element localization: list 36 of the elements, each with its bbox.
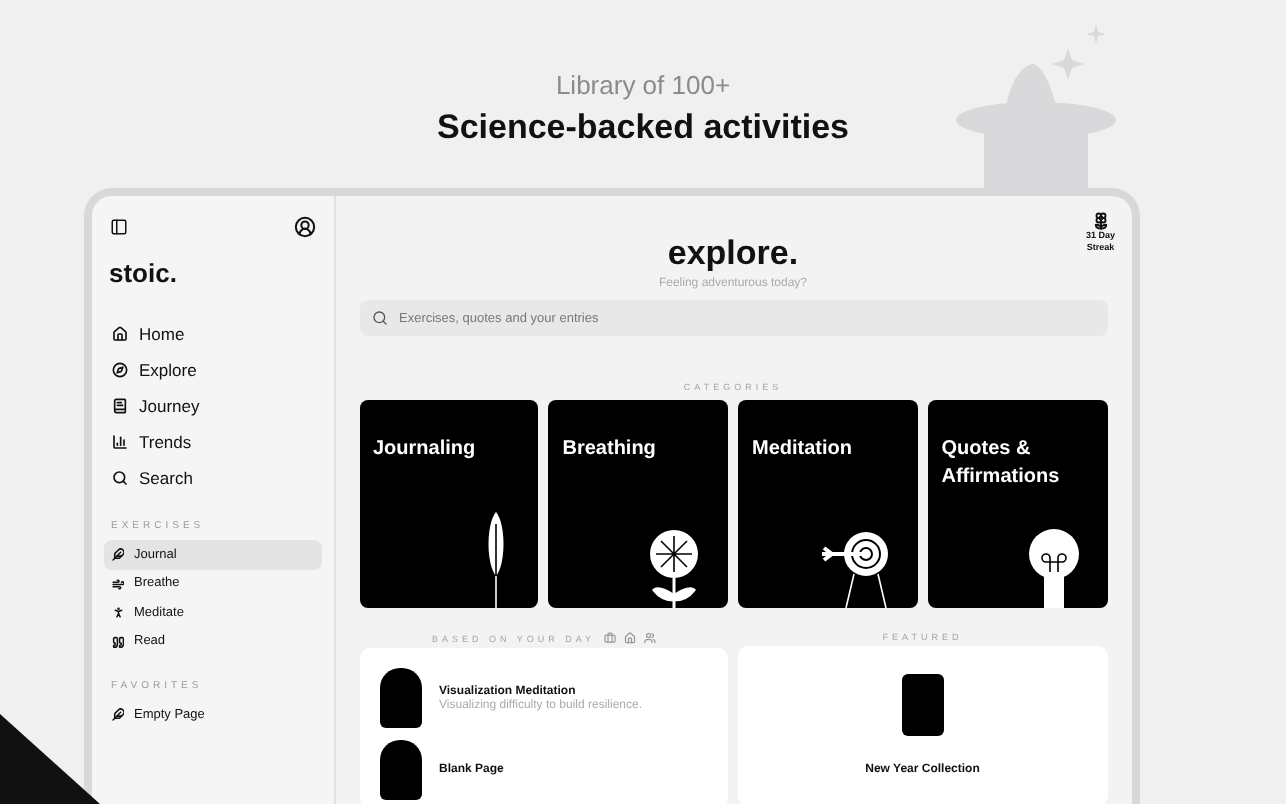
activity-thumbnail — [379, 668, 421, 728]
nav-icon — [111, 434, 127, 450]
item-icon — [111, 577, 124, 590]
target-drawing — [821, 528, 890, 608]
light-bulb-drawing — [1027, 528, 1079, 608]
corner-triangle — [0, 714, 100, 804]
nav-item[interactable]: Home — [103, 316, 321, 352]
home-icon[interactable] — [623, 632, 636, 644]
page-title: explore. — [667, 234, 799, 274]
nav-item[interactable]: Explore — [103, 352, 321, 388]
category-card[interactable]: Journaling — [359, 400, 539, 608]
nav-item[interactable]: Search — [103, 460, 321, 496]
activity-thumbnail — [379, 740, 421, 800]
avatar-icon[interactable] — [293, 216, 315, 238]
item-icon — [111, 708, 124, 721]
category-card[interactable]: Breathing — [548, 400, 728, 608]
category-card[interactable]: Meditation — [738, 400, 918, 608]
category-card[interactable]: Quotes & Affirmations — [927, 400, 1107, 608]
header-kicker: Library of 100+ — [555, 68, 731, 102]
nav-item[interactable]: Journey — [103, 388, 321, 424]
nav-icon — [111, 398, 127, 414]
nav-icon — [111, 470, 127, 486]
nav-item[interactable]: Trends — [103, 424, 321, 460]
header-title: Science-backed activities — [436, 106, 849, 150]
item-icon — [111, 548, 124, 561]
flower-drawing — [648, 528, 700, 608]
brand-logo: stoic. — [109, 258, 179, 288]
item-icon — [111, 606, 124, 619]
nav-icon — [111, 326, 127, 342]
sidebar-toggle-icon[interactable] — [109, 218, 127, 236]
nav-icon — [111, 362, 127, 378]
search-icon — [371, 310, 387, 326]
collection-thumbnail — [901, 674, 944, 736]
people-icon[interactable] — [643, 632, 656, 644]
briefcase-icon[interactable] — [603, 632, 616, 644]
item-icon — [111, 635, 124, 648]
